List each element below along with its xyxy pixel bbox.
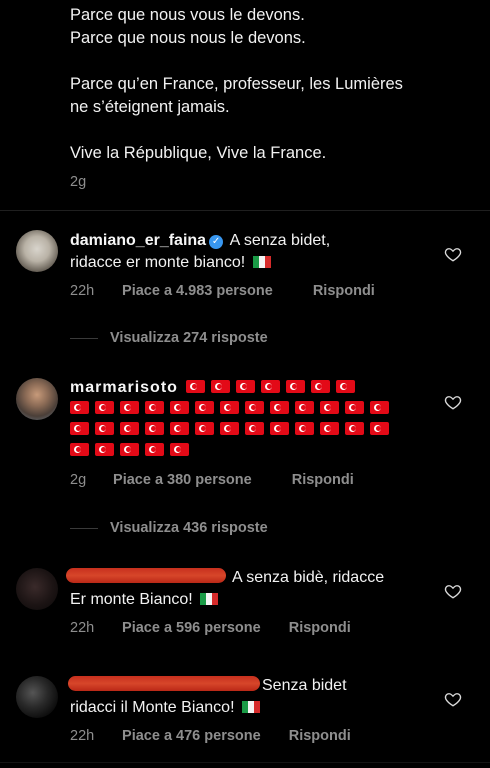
turkey-flag-icon — [95, 422, 114, 435]
view-replies-label: Visualizza 436 risposte — [110, 520, 268, 536]
turkey-flag-icon — [295, 401, 314, 414]
turkey-flag-icon — [245, 401, 264, 414]
turkey-flag-icon — [235, 380, 255, 393]
turkey-flag-icon — [145, 443, 164, 456]
turkey-flag-icon — [170, 422, 189, 435]
comment-text-line1: A senza bidè, ridacce — [232, 569, 385, 586]
turkey-flag-icon — [370, 401, 389, 414]
reply-button[interactable]: Rispondi — [313, 283, 375, 299]
comment-meta: 22h Piace a 476 persone Rispondi — [70, 728, 351, 744]
likes-count[interactable]: Piace a 476 persone — [122, 728, 261, 744]
turkey-flag-icon — [120, 401, 139, 414]
turkey-flag-icon — [345, 401, 364, 414]
view-replies-link[interactable]: Visualizza 274 risposte — [70, 330, 268, 346]
like-heart-icon[interactable] — [444, 582, 462, 600]
avatar[interactable] — [16, 230, 58, 272]
likes-count[interactable]: Piace a 596 persone — [122, 620, 261, 636]
caption-line: Parce qu’en France, professeur, les Lumi… — [70, 75, 403, 93]
comment-text-line2: ridacce er monte bianco! — [70, 254, 246, 271]
turkey-flag-icon — [70, 443, 89, 456]
turkey-flag-icon — [220, 401, 239, 414]
turkey-flag-icon — [170, 443, 189, 456]
turkey-flag-icon — [145, 422, 164, 435]
turkey-flag-icon — [210, 380, 230, 393]
comment-text-line2: ridacci il Monte Bianco! — [70, 699, 235, 716]
turkey-flag-icon — [245, 422, 264, 435]
separator — [0, 210, 490, 211]
reply-button[interactable]: Rispondi — [289, 620, 351, 636]
caption-line: ne s’éteignent jamais. — [70, 98, 230, 116]
turkey-flag-icon — [320, 401, 339, 414]
comment-body: damiano_er_faina ✓ A senza bidet, ridacce… — [70, 230, 435, 274]
turkey-flag-icon — [195, 401, 214, 414]
comment-timestamp: 22h — [70, 728, 95, 744]
turkey-flag-icon — [270, 422, 289, 435]
avatar[interactable] — [16, 378, 58, 420]
turkey-flag-icon — [170, 401, 189, 414]
turkey-flag-icon — [310, 380, 330, 393]
caption-line: Vive la République, Vive la France. — [70, 144, 327, 162]
verified-badge-icon: ✓ — [209, 235, 224, 249]
comment-text-line1: Senza bidet — [262, 677, 347, 694]
comment-text: damiano_er_faina ✓ A senza bidet, ridacce… — [70, 230, 435, 274]
comment-text-line2: Er monte Bianco! — [70, 591, 193, 608]
bottom-divider — [0, 762, 490, 763]
turkey-flag-icon — [320, 422, 339, 435]
turkey-flag-icon — [335, 380, 355, 393]
view-replies-label: Visualizza 274 risposte — [110, 330, 268, 346]
comment-timestamp: 2g — [70, 472, 87, 488]
like-heart-icon[interactable] — [444, 690, 462, 708]
comment-body: Senza bidet ridacci il Monte Bianco! — [70, 675, 435, 719]
turkey-flag-icon — [95, 443, 114, 456]
caption-line: Parce que nous nous le devons. — [70, 29, 306, 47]
turkey-flag-icon — [145, 401, 164, 414]
turkey-flag-icon — [70, 422, 89, 435]
italy-flag-icon — [200, 590, 219, 605]
comment-text-line1: A senza bidet, — [229, 232, 331, 249]
turkey-flag-icon — [295, 422, 314, 435]
turkey-flag-icon — [220, 422, 239, 435]
turkey-flag-icon — [285, 380, 305, 393]
like-heart-icon[interactable] — [444, 393, 462, 411]
like-heart-icon[interactable] — [444, 245, 462, 263]
turkey-flag-icon — [260, 380, 280, 393]
reply-button[interactable]: Rispondi — [289, 728, 351, 744]
username[interactable]: damiano_er_faina — [70, 232, 206, 249]
turkey-flag-icon — [120, 422, 139, 435]
turkey-flag-icon — [345, 422, 364, 435]
comment-meta: 22h Piace a 4.983 persone Rispondi — [70, 283, 375, 299]
comment-text: A senza bidè, ridacce Er monte Bianco! — [70, 567, 435, 611]
turkey-flag-icon — [195, 422, 214, 435]
turkey-flag-icon — [370, 422, 389, 435]
avatar[interactable] — [16, 568, 58, 610]
comment-text: marmarisoto — [70, 377, 435, 461]
avatar[interactable] — [16, 676, 58, 718]
comment-body: A senza bidè, ridacce Er monte Bianco! — [70, 567, 435, 611]
comment-timestamp: 22h — [70, 620, 95, 636]
likes-count[interactable]: Piace a 380 persone — [113, 472, 252, 488]
comment-text: Senza bidet ridacci il Monte Bianco! — [70, 675, 435, 719]
username[interactable]: marmarisoto — [70, 379, 178, 396]
comment-body: marmarisoto — [70, 377, 435, 461]
turkey-flag-icon — [185, 380, 205, 393]
turkey-flag-icon — [120, 443, 139, 456]
replies-divider — [70, 527, 98, 529]
comment-timestamp: 22h — [70, 283, 95, 299]
reply-button[interactable]: Rispondi — [292, 472, 354, 488]
likes-count[interactable]: Piace a 4.983 persone — [122, 283, 273, 299]
post-timestamp: 2g — [70, 174, 87, 190]
comment-meta: 2g Piace a 380 persone Rispondi — [70, 472, 354, 488]
view-replies-link[interactable]: Visualizza 436 risposte — [70, 520, 268, 536]
turkey-flag-icon — [270, 401, 289, 414]
caption-line: Parce que nous vous le devons. — [70, 6, 305, 24]
turkey-flag-icon — [70, 401, 89, 414]
italy-flag-icon — [241, 698, 260, 713]
italy-flag-icon — [252, 253, 271, 268]
replies-divider — [70, 337, 98, 339]
turkey-flag-icon — [95, 401, 114, 414]
comment-meta: 22h Piace a 596 persone Rispondi — [70, 620, 351, 636]
